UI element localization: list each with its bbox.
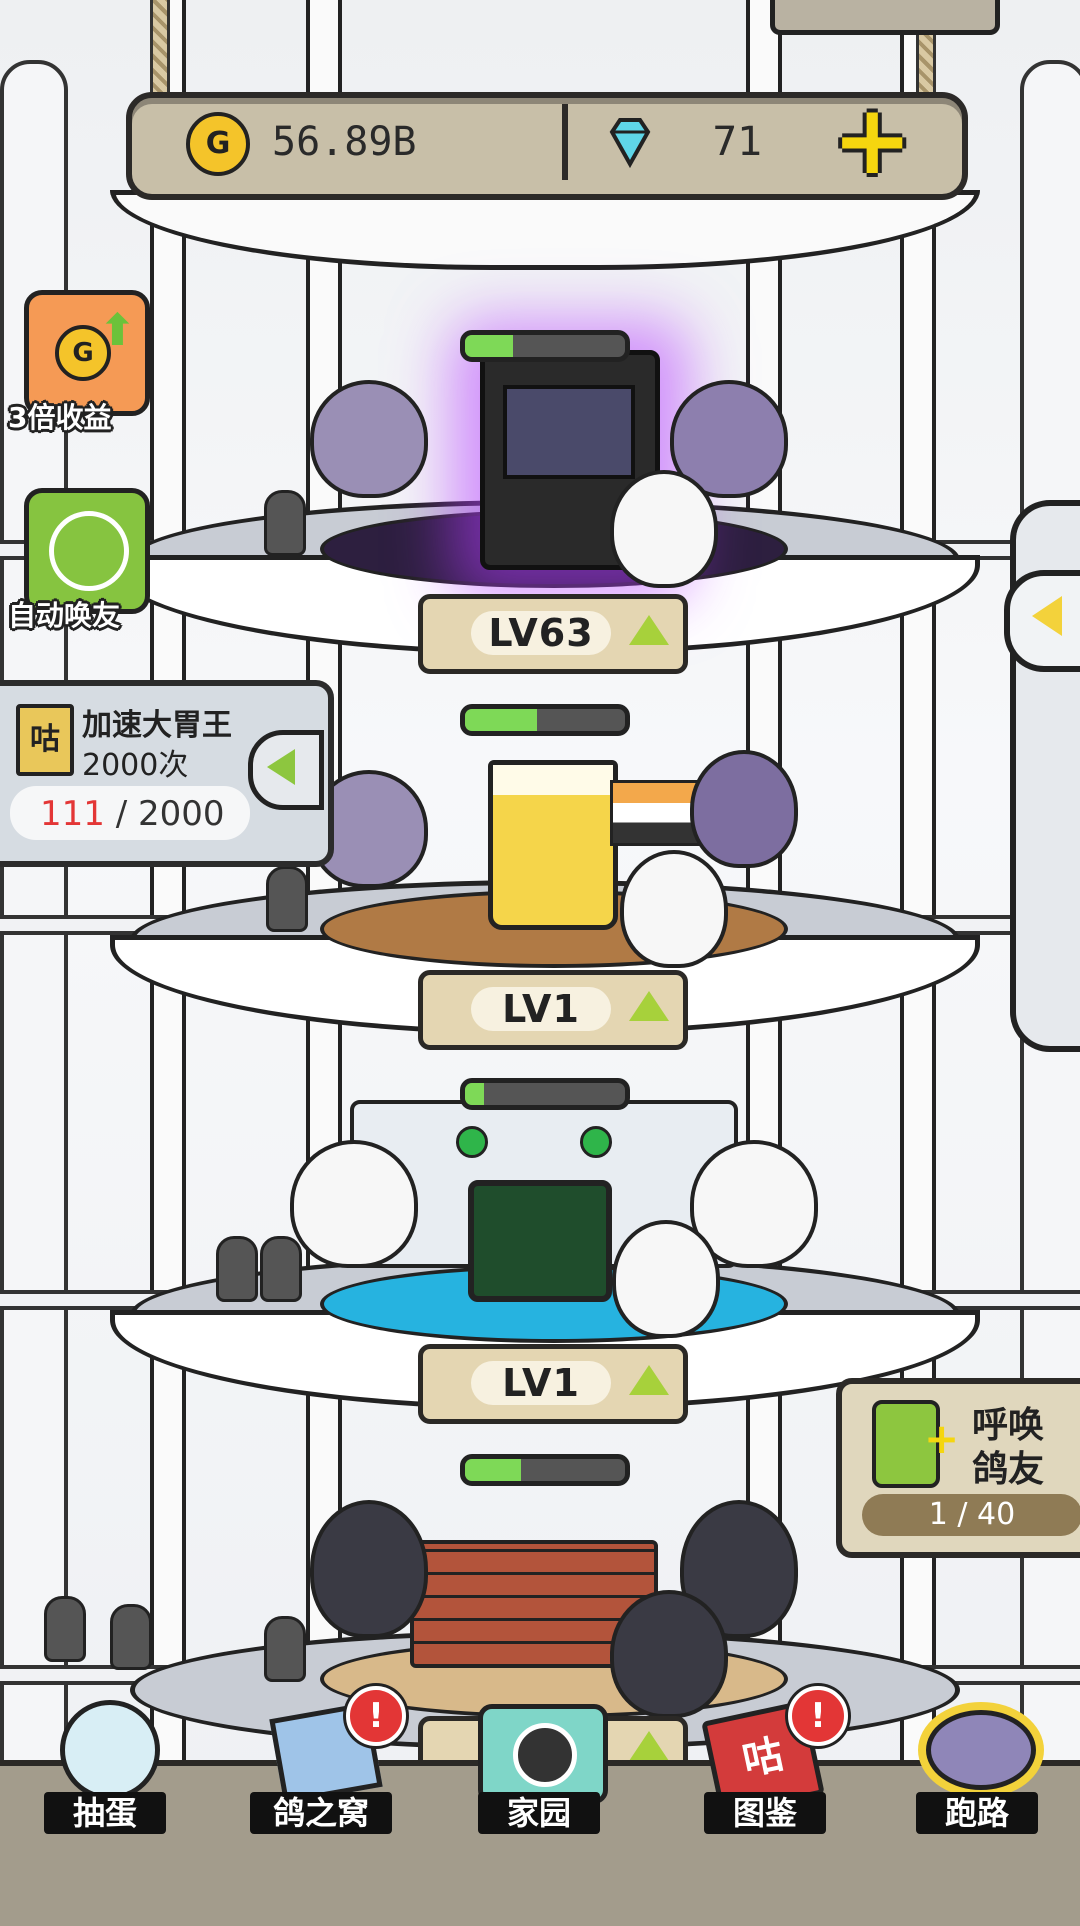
pigeon-character[interactable] [690, 750, 798, 868]
minion-character[interactable] [110, 1604, 152, 1670]
run-icon [926, 1710, 1036, 1790]
collapse-task-button[interactable] [248, 730, 324, 810]
auto-summon-label: 自动唤友 [8, 599, 121, 632]
task-progress-total: 2000 [137, 794, 225, 834]
beer-foam [493, 765, 613, 795]
nav-codex[interactable]: 咕 ! 图鉴 [700, 1686, 850, 1834]
tower-pillar [746, 0, 782, 1760]
notification-badge: ! [788, 1686, 848, 1746]
add-currency-button[interactable]: + [832, 92, 912, 188]
level-label: LV63 [471, 611, 611, 655]
pigeon-character[interactable] [612, 1220, 720, 1338]
summon-friend-button[interactable]: + 呼唤 鸽友 1 / 40 [836, 1378, 1080, 1558]
arrow-left-icon [267, 749, 295, 785]
minion-character[interactable] [264, 1616, 306, 1682]
upgrade-arrow-icon [629, 991, 669, 1021]
upgrade-arrow-icon [629, 1365, 669, 1395]
nav-home[interactable]: 家园 [474, 1684, 614, 1834]
floor-progress-bar [460, 1454, 630, 1486]
nav-gacha[interactable]: 抽蛋 [40, 1700, 170, 1834]
gacha-icon [60, 1700, 160, 1800]
floor-progress-bar [460, 704, 630, 736]
hanging-sign [770, 0, 1000, 35]
plus-icon: + [924, 1414, 960, 1463]
antenna-light [456, 1126, 488, 1158]
minion-character[interactable] [264, 490, 306, 556]
level-label: LV1 [471, 987, 611, 1031]
task-progress: 111 / 2000 [40, 792, 225, 836]
task-progress-current: 111 [40, 794, 105, 834]
level-upgrade-button[interactable]: LV1 [418, 970, 688, 1050]
task-title-line2: 2000次 [82, 748, 189, 783]
currency-bar: G 56.89B 71 + [126, 92, 968, 200]
camera-icon [478, 1704, 608, 1804]
monitor-screen[interactable] [468, 1180, 612, 1302]
task-progress-sep: / [104, 794, 138, 834]
minion-character[interactable] [260, 1236, 302, 1302]
gold-amount: 56.89B [272, 119, 417, 165]
divider [562, 104, 568, 180]
summon-count: 1 / 40 [862, 1494, 1080, 1536]
progress-fill [465, 709, 537, 731]
beer-mug[interactable] [488, 760, 618, 930]
task-progress-box: 111 / 2000 [10, 786, 250, 840]
floor-progress-bar [460, 330, 630, 362]
nav-label: 跑路 [916, 1792, 1038, 1834]
gem-amount: 71 [712, 119, 763, 165]
antenna-light [580, 1126, 612, 1158]
summon-label-line2: 鸽友 [972, 1449, 1045, 1490]
pigeon-character[interactable] [620, 850, 728, 968]
nav-label: 鸽之窝 [250, 1792, 392, 1834]
up-arrow-icon: ⬆ [99, 305, 136, 356]
pigeon-character[interactable] [290, 1140, 418, 1268]
tap-icon [49, 511, 129, 591]
level-upgrade-button[interactable]: LV63 [418, 594, 688, 674]
nav-nest[interactable]: ! 鸽之窝 [246, 1686, 406, 1834]
gold-coin-icon: G [186, 112, 250, 176]
nav-run[interactable]: 跑路 [910, 1690, 1050, 1834]
progress-fill [465, 1459, 521, 1481]
task-panel[interactable]: 咕 加速大胃王 2000次 111 / 2000 [0, 680, 334, 867]
camera-lens [513, 1723, 577, 1787]
upgrade-arrow-icon [629, 1731, 669, 1761]
arrow-left-icon [1032, 596, 1062, 636]
arcade-screen [503, 385, 635, 479]
triple-income-label: 3倍收益 [8, 401, 112, 434]
diamond-icon [602, 114, 658, 170]
upgrade-arrow-icon [629, 615, 669, 645]
nav-label: 家园 [478, 1792, 600, 1834]
minion-character[interactable] [266, 866, 308, 932]
floor-progress-bar [460, 1078, 630, 1110]
minion-character[interactable] [216, 1236, 258, 1302]
pigeon-character[interactable] [610, 470, 718, 588]
pigeon-character[interactable] [310, 380, 428, 498]
nav-label: 抽蛋 [44, 1792, 166, 1834]
notification-badge: ! [346, 1686, 406, 1746]
level-upgrade-button[interactable]: LV1 [418, 1344, 688, 1424]
level-label: LV1 [471, 1361, 611, 1405]
pigeon-character[interactable] [310, 1500, 428, 1638]
tower-pillar [150, 0, 186, 1760]
task-icon: 咕 [16, 704, 74, 776]
expand-panel-button[interactable] [1004, 570, 1080, 672]
nav-label: 图鉴 [704, 1792, 826, 1834]
progress-fill [465, 335, 513, 357]
minion-character[interactable] [44, 1596, 86, 1662]
task-title-line1: 加速大胃王 [82, 708, 232, 743]
progress-fill [465, 1083, 485, 1105]
